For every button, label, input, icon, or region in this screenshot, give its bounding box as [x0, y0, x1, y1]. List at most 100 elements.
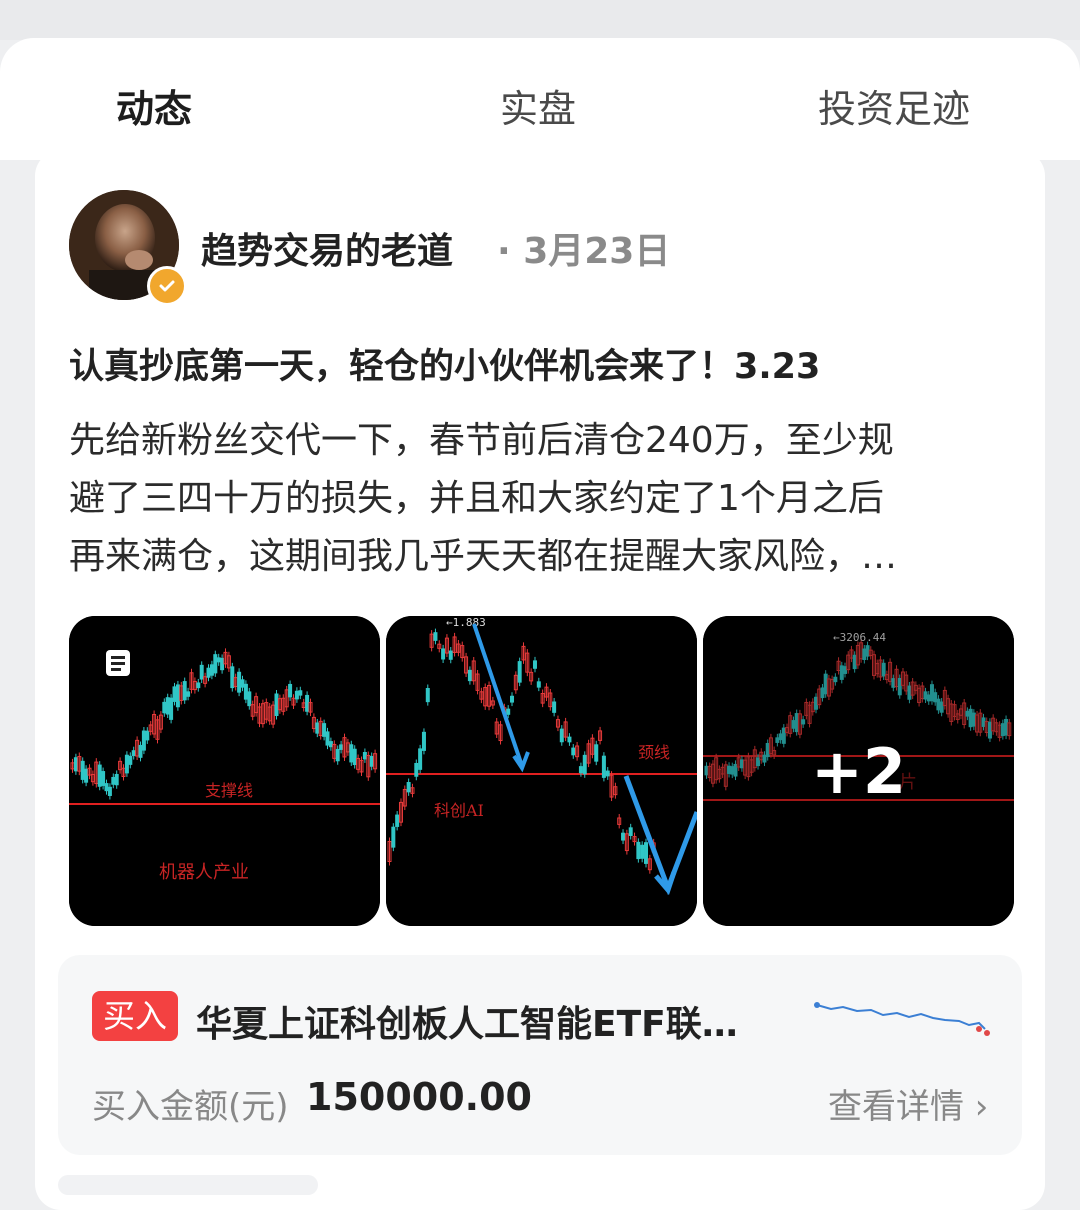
- chart-label-support: 支撑线: [205, 781, 253, 800]
- candle-body: [395, 814, 400, 827]
- buy-badge: 买入: [92, 991, 178, 1041]
- candle-body: [206, 667, 211, 678]
- candle-body: [433, 632, 438, 641]
- candle-body: [104, 783, 109, 792]
- candle-body: [448, 650, 453, 660]
- candle-body: [186, 691, 191, 697]
- candle-body: [124, 754, 129, 774]
- candle-body: [621, 832, 626, 841]
- candle-body: [274, 693, 279, 717]
- verified-icon: [147, 266, 187, 306]
- candle-body: [571, 747, 576, 756]
- candle-body: [328, 741, 333, 748]
- chart-label-sector: 科创AI: [434, 801, 484, 820]
- candle-body: [628, 827, 633, 836]
- amount-value: 150000.00: [306, 1075, 532, 1119]
- candle-body: [220, 657, 225, 671]
- author-name[interactable]: 趋势交易的老道: [201, 222, 453, 274]
- candle-body: [406, 782, 411, 793]
- post-image-2[interactable]: ←1.883 颈线 科创AI: [386, 616, 697, 926]
- candle-body: [294, 690, 299, 700]
- candle-body: [425, 687, 430, 703]
- candle-body: [128, 755, 133, 765]
- candle-body: [325, 731, 330, 746]
- tab-shipan[interactable]: 实盘: [500, 78, 576, 133]
- candle-body: [552, 701, 557, 713]
- candle-body: [111, 776, 116, 785]
- candle-body: [510, 695, 515, 703]
- candle-body: [196, 682, 201, 689]
- candle-body: [352, 748, 357, 766]
- candle-body: [298, 690, 303, 696]
- candle-body: [601, 755, 606, 778]
- candle-body: [101, 771, 106, 786]
- candle-body: [80, 760, 85, 780]
- fund-name[interactable]: 华夏上证科创板人工智能ETF联…: [196, 995, 738, 1047]
- candle-body: [175, 684, 180, 708]
- candle-body: [240, 679, 245, 688]
- candle-body: [594, 744, 599, 762]
- tab-touzi-zuji[interactable]: 投资足迹: [818, 78, 970, 133]
- post-card[interactable]: 趋势交易的老道 · 3月23日 认真抄底第一天，轻仓的小伙伴机会来了！3.23 …: [35, 150, 1045, 1210]
- candle-body: [315, 722, 320, 734]
- more-images-count[interactable]: +2: [703, 616, 1014, 926]
- candle-body: [169, 697, 174, 720]
- candle-body: [536, 681, 541, 688]
- candle-body: [391, 826, 396, 848]
- candle-body: [322, 723, 327, 737]
- post-body-line: 先给新粉丝交代一下，春节前后清仓240万，至少规: [69, 420, 894, 461]
- candle-body: [441, 648, 446, 660]
- candle-body: [97, 764, 102, 787]
- candle-body: [73, 757, 78, 772]
- candle-body: [640, 844, 645, 859]
- candle-body: [216, 657, 221, 663]
- candle-body: [421, 731, 426, 751]
- next-card-edge: [58, 1175, 318, 1195]
- document-icon: [106, 650, 130, 676]
- candle-body: [567, 736, 572, 743]
- amount-label: 买入金额(元): [92, 1087, 289, 1127]
- post-body-line: 避了三四十万的损失，并且和大家约定了1个月之后: [69, 478, 884, 519]
- candle-body: [578, 766, 583, 774]
- candle-body: [107, 786, 112, 796]
- post-date: · 3月23日: [497, 231, 671, 272]
- post-image-3[interactable]: ←3206.44 片 +2: [703, 616, 1014, 926]
- candle-body: [644, 842, 649, 864]
- candle-body: [506, 708, 511, 715]
- candle-body: [339, 744, 344, 750]
- post-body-line: 再来满仓，这期间我几乎天天都在提醒大家风险，…: [69, 536, 898, 577]
- candle-body: [414, 762, 419, 777]
- candle-body: [305, 694, 310, 712]
- fund-sparkline: [814, 1002, 990, 1036]
- tab-bar: 动态 实盘 投资足迹: [0, 38, 1080, 177]
- candle-body: [230, 666, 235, 689]
- post-title[interactable]: 认真抄底第一天，轻仓的小伙伴机会来了！3.23: [69, 338, 820, 389]
- post-body[interactable]: 先给新粉丝交代一下，春节前后清仓240万，至少规 避了三四十万的损失，并且和大家…: [69, 412, 999, 586]
- candle-body: [349, 744, 354, 763]
- candle-body: [559, 728, 564, 743]
- chart-label-neckline: 颈线: [638, 743, 670, 762]
- candle-body: [131, 750, 136, 757]
- candle-body: [636, 841, 641, 860]
- candle-body: [199, 664, 204, 680]
- candle-body: [209, 664, 214, 676]
- candle-body: [467, 669, 472, 682]
- candle-body: [418, 748, 423, 770]
- candle-body: [582, 754, 587, 775]
- candle-body: [138, 744, 143, 758]
- candle-body: [114, 773, 119, 786]
- chart-label-industry: 机器人产业: [159, 862, 249, 883]
- trade-card[interactable]: 买入 华夏上证科创板人工智能ETF联… 买入金额(元) 150000.00 查看…: [58, 955, 1022, 1155]
- candle-body: [335, 748, 340, 762]
- post-image-1[interactable]: 支撑线 机器人产业: [69, 616, 380, 926]
- candle-body: [141, 730, 146, 751]
- status-area: [0, 0, 1080, 40]
- candle-body: [145, 730, 150, 741]
- candle-body: [172, 686, 177, 702]
- tab-dongtai[interactable]: 动态: [116, 78, 192, 133]
- candle-body: [213, 654, 218, 674]
- candle-body: [605, 770, 610, 777]
- view-detail-link[interactable]: 查看详情 ›: [828, 1079, 988, 1128]
- candle-body: [84, 768, 89, 783]
- candle-body: [532, 660, 537, 669]
